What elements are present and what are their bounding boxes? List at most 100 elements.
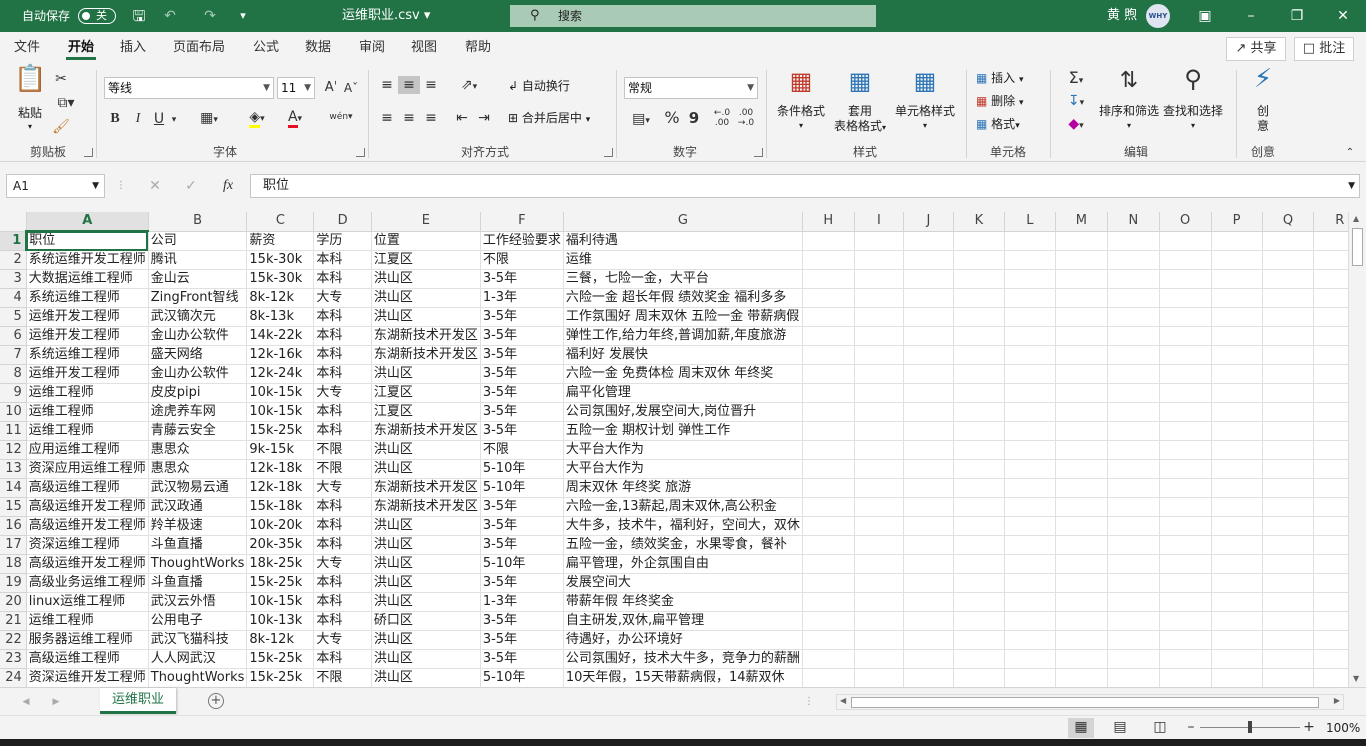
cell[interactable]: [1211, 288, 1263, 308]
merge-center-button[interactable]: ⊞ 合并后居中 ▾: [508, 110, 590, 128]
cell[interactable]: [1107, 573, 1160, 593]
cell[interactable]: [1262, 478, 1315, 498]
cell[interactable]: 运维开发工程师: [26, 307, 149, 327]
cell[interactable]: 金山办公软件: [148, 326, 248, 346]
cell[interactable]: [1159, 535, 1212, 555]
row-header[interactable]: 1: [0, 231, 28, 251]
cell[interactable]: [1159, 649, 1212, 669]
add-sheet-icon[interactable]: +: [208, 693, 224, 709]
cell[interactable]: [1107, 649, 1160, 669]
cell[interactable]: [1107, 288, 1160, 308]
cell[interactable]: 15k-18k: [246, 497, 315, 517]
cell[interactable]: 硚口区: [371, 611, 481, 631]
cell[interactable]: 弹性工作,给力年终,普调加薪,年度旅游: [563, 326, 803, 346]
cell[interactable]: [903, 668, 954, 687]
cell[interactable]: [953, 592, 1006, 612]
cell[interactable]: [903, 535, 954, 555]
cell[interactable]: [1055, 611, 1109, 631]
cell[interactable]: 洪山区: [371, 573, 481, 593]
cell[interactable]: [1107, 535, 1160, 555]
expand-formula-icon[interactable]: ▼: [1348, 175, 1355, 197]
cell[interactable]: 本科: [313, 345, 372, 365]
cell[interactable]: 本科: [313, 592, 372, 612]
alignment-launcher-icon[interactable]: [604, 148, 613, 157]
cell[interactable]: [1055, 288, 1109, 308]
cell[interactable]: [1159, 497, 1212, 517]
cell[interactable]: 3-5年: [480, 383, 564, 403]
row-header[interactable]: 22: [0, 630, 27, 650]
cell[interactable]: [854, 364, 905, 384]
cell[interactable]: [1262, 421, 1315, 441]
cell[interactable]: [1055, 402, 1109, 422]
cell[interactable]: [854, 231, 905, 251]
cell[interactable]: [1004, 383, 1056, 403]
cell[interactable]: [802, 383, 855, 403]
cell[interactable]: [1211, 478, 1263, 498]
cell[interactable]: [1262, 516, 1315, 536]
cell[interactable]: [953, 402, 1006, 422]
cell[interactable]: 六险一金,13薪起,周末双休,高公积金: [563, 497, 803, 517]
cell[interactable]: 3-5年: [480, 535, 564, 555]
cell[interactable]: [802, 364, 855, 384]
cell[interactable]: [854, 573, 905, 593]
redo-icon[interactable]: ↷: [192, 0, 228, 32]
chevron-down-icon[interactable]: ▾: [794, 119, 808, 133]
cell[interactable]: 工作氛围好 周末双休 五险一金 带薪病假: [563, 307, 803, 327]
cell[interactable]: 洪山区: [371, 288, 481, 308]
cell[interactable]: [1159, 231, 1212, 251]
cell[interactable]: [953, 573, 1006, 593]
cell[interactable]: [854, 250, 905, 270]
row-header[interactable]: 18: [0, 554, 27, 574]
cell[interactable]: [1004, 421, 1056, 441]
sort-filter-button[interactable]: 排序和筛选: [1098, 104, 1160, 118]
cell[interactable]: 15k-25k: [246, 421, 315, 441]
cell[interactable]: [953, 269, 1006, 289]
cell[interactable]: [1159, 554, 1212, 574]
zoom-level[interactable]: 100%: [1326, 720, 1360, 736]
cell[interactable]: [903, 269, 954, 289]
cell[interactable]: [1004, 516, 1056, 536]
tab-page-layout[interactable]: 页面布局: [173, 32, 225, 64]
cell[interactable]: [1107, 592, 1160, 612]
cell[interactable]: [903, 326, 954, 346]
cell[interactable]: 斗鱼直播: [148, 573, 248, 593]
cell[interactable]: [903, 307, 954, 327]
cell[interactable]: [802, 516, 855, 536]
cell[interactable]: 运维工程师: [26, 421, 149, 441]
row-header[interactable]: 17: [0, 535, 27, 555]
cell[interactable]: [1262, 535, 1315, 555]
cell[interactable]: [1004, 497, 1056, 517]
cell[interactable]: [802, 250, 855, 270]
cell[interactable]: 8k-12k: [246, 630, 315, 650]
cell[interactable]: [1004, 649, 1056, 669]
cell[interactable]: [953, 231, 1006, 251]
cell[interactable]: [953, 421, 1006, 441]
cell[interactable]: [1004, 554, 1056, 574]
row-header[interactable]: 2: [0, 250, 27, 270]
cell[interactable]: 3-5年: [480, 307, 564, 327]
cell[interactable]: 大专: [313, 554, 372, 574]
cell[interactable]: 系统运维开发工程师: [26, 250, 149, 270]
cell[interactable]: [953, 440, 1006, 460]
align-top-icon[interactable]: ≡: [377, 76, 397, 94]
cell[interactable]: 洪山区: [371, 459, 481, 479]
cell[interactable]: 不限: [313, 440, 372, 460]
cell[interactable]: 高级业务运维工程师: [26, 573, 149, 593]
tab-data[interactable]: 数据: [305, 32, 331, 64]
cell[interactable]: [1055, 440, 1109, 460]
cell[interactable]: 江夏区: [371, 402, 481, 422]
cell[interactable]: [802, 535, 855, 555]
cell[interactable]: [1055, 250, 1109, 270]
cell[interactable]: [1211, 592, 1263, 612]
cell[interactable]: [953, 288, 1006, 308]
cell[interactable]: [1004, 573, 1056, 593]
cell[interactable]: 9k-15k: [246, 440, 315, 460]
cell[interactable]: [903, 459, 954, 479]
cell[interactable]: 福利待遇: [563, 231, 803, 251]
cell[interactable]: [1159, 592, 1212, 612]
find-select-icon[interactable]: ⚲: [1176, 67, 1210, 100]
column-header-j[interactable]: J: [903, 212, 954, 232]
cell[interactable]: [1107, 630, 1160, 650]
cell[interactable]: [1004, 402, 1056, 422]
cell[interactable]: [903, 231, 954, 251]
